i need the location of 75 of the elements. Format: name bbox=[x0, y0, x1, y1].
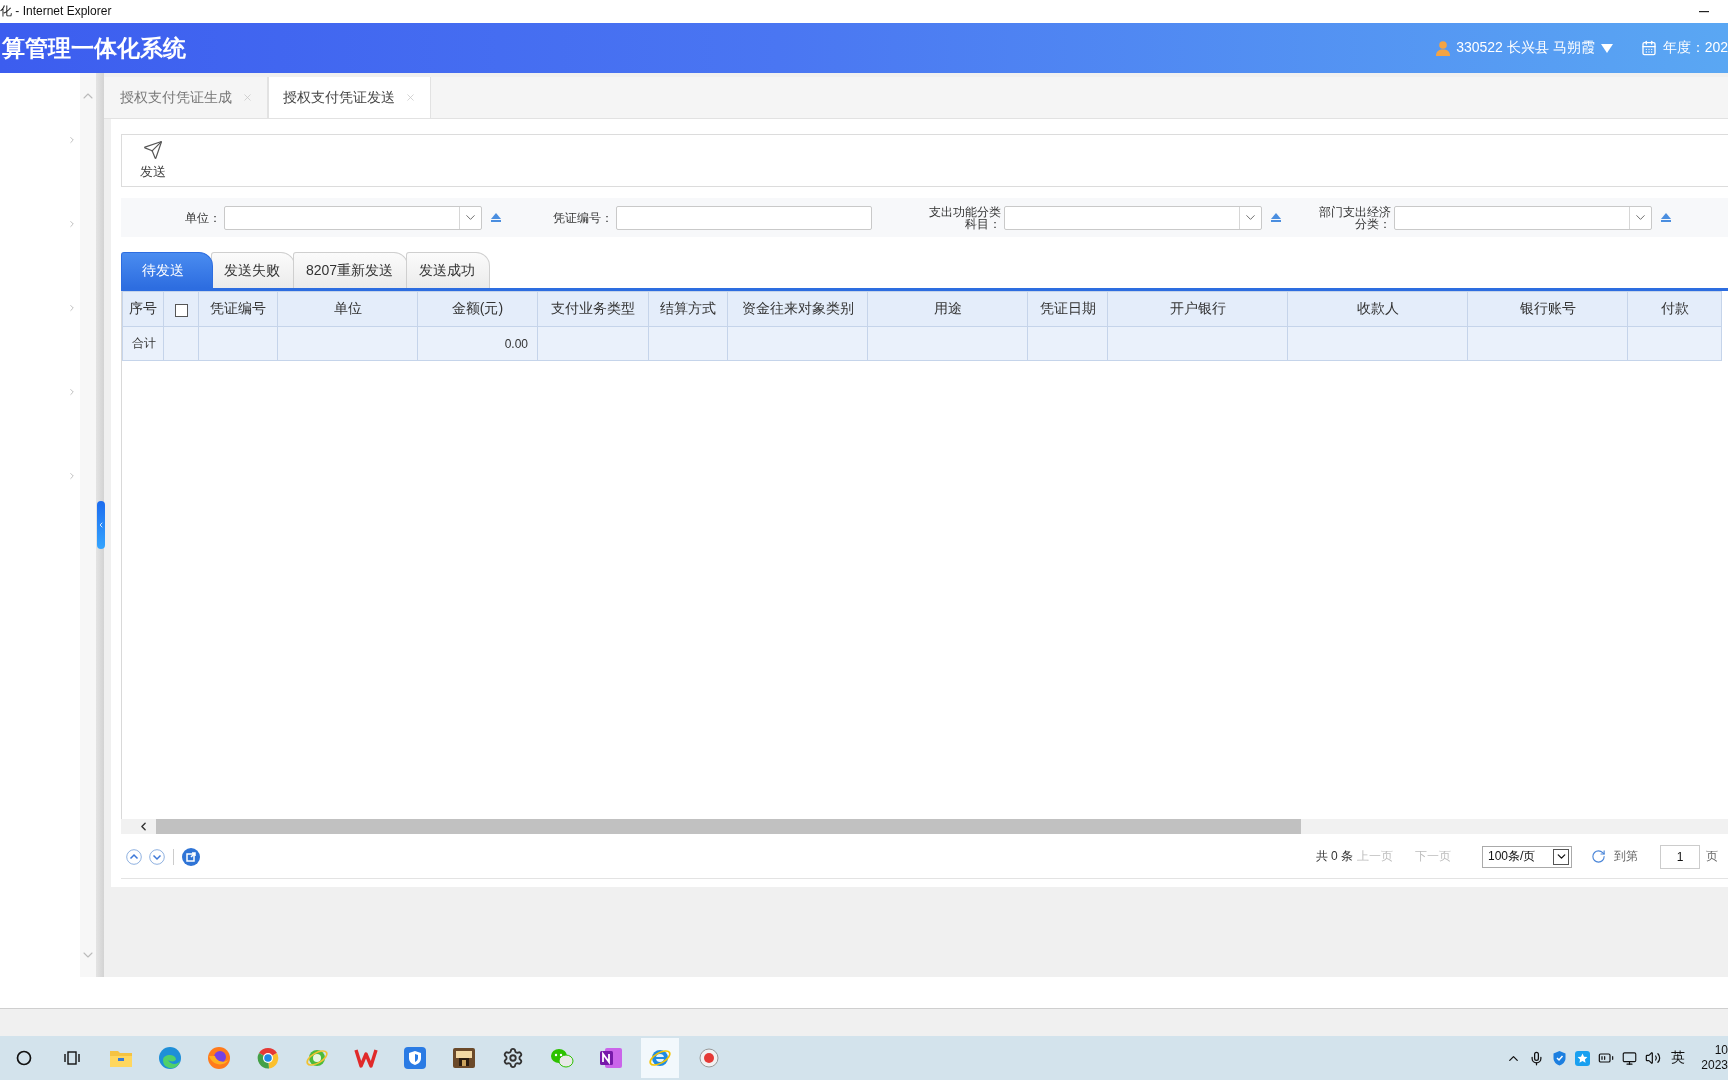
status-tab[interactable]: 发送成功 bbox=[406, 252, 491, 288]
field-label: 凭证编号： bbox=[553, 211, 613, 224]
input-field[interactable] bbox=[616, 205, 872, 230]
page-tab[interactable]: 授权支付凭证发送 bbox=[268, 77, 431, 118]
page-unit-label: 页 bbox=[1706, 848, 1718, 865]
paper-plane-icon bbox=[143, 140, 163, 160]
shield-tile-icon[interactable] bbox=[402, 1046, 427, 1070]
page-input[interactable]: 1 bbox=[1660, 844, 1700, 869]
picture-tile-icon[interactable] bbox=[451, 1046, 476, 1070]
column-header: 资金往来对象类别 bbox=[741, 300, 854, 316]
column-header: 金额(元) bbox=[451, 300, 504, 316]
column-header: 凭证日期 bbox=[1039, 300, 1096, 316]
star-badge-icon[interactable] bbox=[1575, 1050, 1591, 1066]
calendar-icon bbox=[1640, 40, 1657, 56]
table-cell-text: 0.00 bbox=[503, 336, 528, 351]
task-view-icon[interactable] bbox=[63, 1051, 80, 1065]
segmented-circle-icon[interactable] bbox=[255, 1046, 280, 1070]
user-icon bbox=[1436, 40, 1451, 56]
column-header: 用途 bbox=[933, 300, 962, 316]
record-icon[interactable] bbox=[698, 1048, 719, 1068]
column-header: 序号 bbox=[129, 300, 157, 316]
field-label: 部门支出经济分类： bbox=[1318, 205, 1391, 230]
folder-icon[interactable] bbox=[108, 1048, 133, 1068]
chevron-left-icon bbox=[97, 521, 105, 529]
chevron-down-circle-icon[interactable] bbox=[149, 848, 165, 865]
active-app-tile[interactable] bbox=[640, 1038, 679, 1078]
speaker-icon[interactable] bbox=[1645, 1050, 1662, 1066]
column-header: 凭证编号 bbox=[210, 300, 266, 316]
column-header: 付款 bbox=[1660, 300, 1689, 316]
chevron-up-circle-icon[interactable] bbox=[126, 848, 142, 865]
column-header: 银行账号 bbox=[1519, 300, 1576, 316]
status-tab[interactable]: 发送失败 bbox=[211, 252, 295, 288]
table-cell: 合计 bbox=[132, 335, 154, 352]
notebook-icon[interactable] bbox=[598, 1046, 623, 1070]
record-count: 共 0 条 bbox=[1315, 848, 1353, 865]
mic-icon[interactable] bbox=[1529, 1050, 1545, 1066]
window-title: 化 - Internet Explorer bbox=[0, 3, 112, 20]
select-field[interactable] bbox=[1004, 205, 1262, 230]
input-method-indicator[interactable]: 英 bbox=[1671, 1049, 1686, 1067]
field-label: 支出功能分类科目： bbox=[928, 205, 1001, 230]
column-header: 支付业务类型 bbox=[551, 300, 635, 316]
column-header: 开户银行 bbox=[1169, 300, 1226, 316]
status-tab[interactable]: 8207重新发送 bbox=[293, 252, 409, 288]
clock[interactable]: 10 2023 bbox=[1701, 1043, 1728, 1073]
goto-label: 到第 bbox=[1614, 848, 1638, 865]
battery-icon[interactable] bbox=[1598, 1050, 1615, 1066]
refresh-icon[interactable] bbox=[1591, 849, 1606, 864]
field-label: 单位： bbox=[185, 211, 221, 224]
horizontal-scrollbar[interactable] bbox=[121, 819, 1728, 834]
network-icon[interactable] bbox=[1622, 1050, 1638, 1066]
shield-icon[interactable] bbox=[1552, 1050, 1568, 1066]
eject-icon[interactable] bbox=[1271, 213, 1281, 222]
chat-bubbles-icon[interactable] bbox=[549, 1047, 574, 1069]
eject-icon[interactable] bbox=[1661, 213, 1671, 222]
gear-icon[interactable] bbox=[501, 1047, 524, 1069]
scrollbar-thumb[interactable] bbox=[156, 819, 1301, 834]
page-size-select[interactable]: 100条/页 bbox=[1482, 845, 1572, 868]
send-button[interactable]: 发送 bbox=[136, 138, 170, 183]
status-tab[interactable]: 待发送 bbox=[121, 252, 213, 288]
select-field[interactable] bbox=[1394, 205, 1652, 230]
select-all-checkbox[interactable] bbox=[174, 303, 188, 317]
column-header: 收款人 bbox=[1356, 300, 1399, 316]
collapse-handle[interactable] bbox=[97, 501, 105, 549]
column-header: 单位 bbox=[333, 300, 362, 316]
column-header: 结算方式 bbox=[660, 300, 716, 316]
ring-icon[interactable] bbox=[15, 1050, 32, 1066]
caret-down-icon bbox=[1600, 43, 1613, 53]
export-icon[interactable] bbox=[182, 847, 200, 866]
app-title: 算管理一体化系统 bbox=[1, 33, 186, 63]
select-field[interactable] bbox=[224, 205, 482, 230]
minimize-icon[interactable] bbox=[1699, 10, 1709, 13]
orb-icon[interactable] bbox=[206, 1046, 231, 1070]
swirl-icon[interactable] bbox=[157, 1046, 182, 1070]
zigzag-icon[interactable] bbox=[353, 1047, 378, 1069]
eject-icon[interactable] bbox=[491, 213, 501, 222]
